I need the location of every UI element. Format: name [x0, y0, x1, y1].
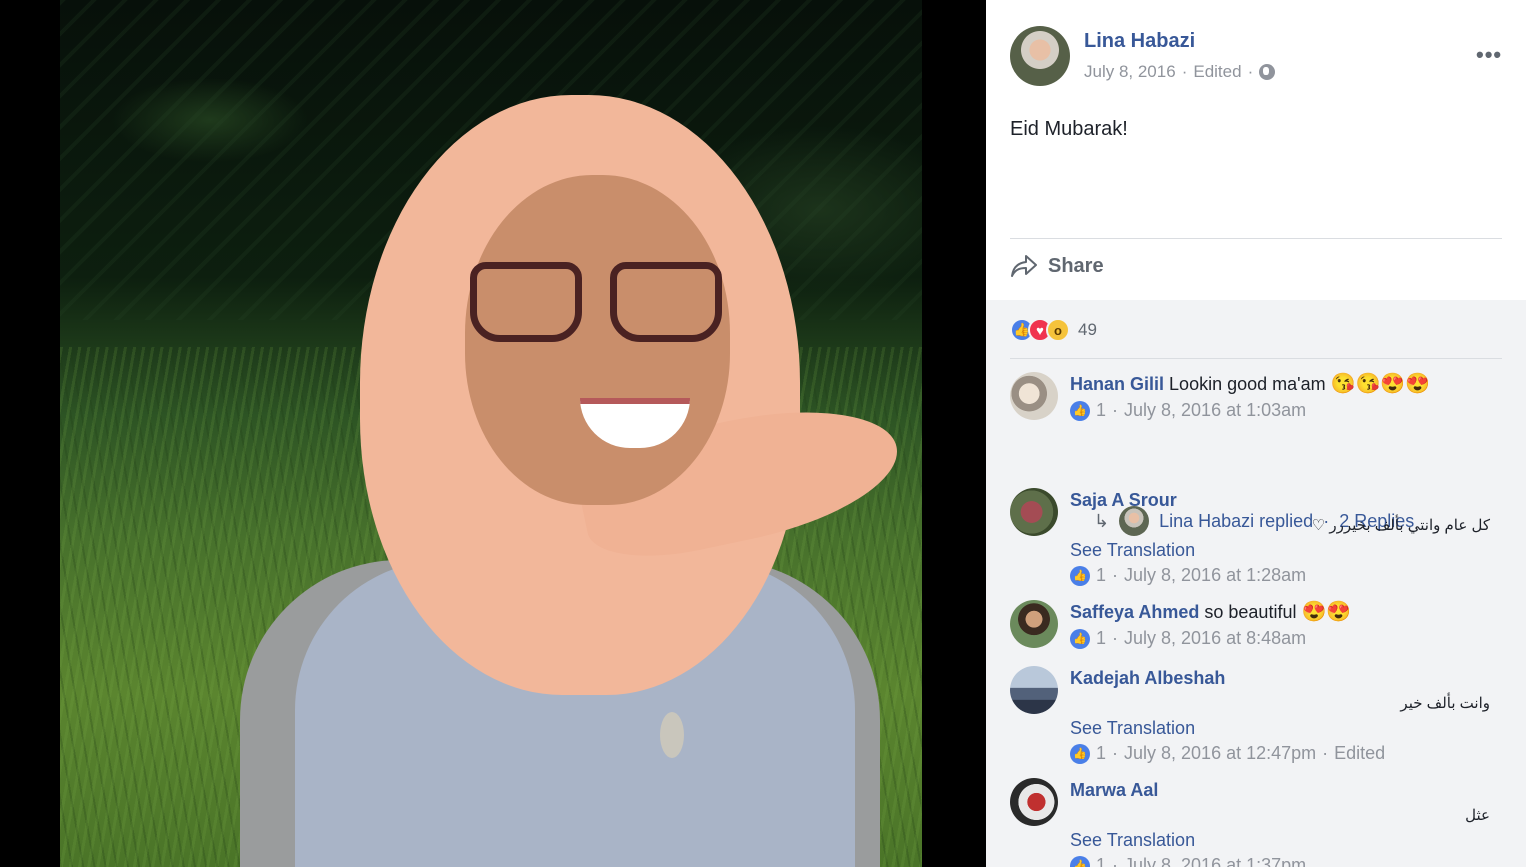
comment-timestamp-link[interactable]: July 8, 2016 at 8:48am [1124, 628, 1306, 649]
comment-like-count[interactable]: 1 [1096, 855, 1106, 867]
author-name-link[interactable]: Lina Habazi [1084, 30, 1195, 53]
commenter-avatar[interactable] [1010, 666, 1058, 714]
like-icon: 👍 [1070, 855, 1090, 867]
post-side-panel: Lina Habazi July 8, 2016 · Edited · ••• … [986, 0, 1526, 867]
divider [1010, 358, 1502, 359]
comment-body: Saja A Srour كل عام وانتي بألف بخيررر ♡ … [1070, 488, 1500, 586]
post-edited-link[interactable]: Edited [1193, 62, 1241, 82]
comment-line: Hanan Gilil Lookin good ma'am 😘😘😍😍 [1070, 372, 1500, 396]
commenter-avatar[interactable] [1010, 600, 1058, 648]
photo-pendant [660, 712, 684, 758]
comment-text: وانت بألف خير [1400, 695, 1490, 712]
commenter-avatar[interactable] [1010, 372, 1058, 420]
comment-like-count[interactable]: 1 [1096, 565, 1106, 586]
like-icon: 👍 [1070, 628, 1090, 649]
comment-timestamp-link[interactable]: July 8, 2016 at 12:47pm [1124, 743, 1316, 764]
commenter-name-link[interactable]: Marwa Aal [1070, 780, 1158, 800]
comment-line: Marwa Aal [1070, 778, 1500, 802]
comment-line: Saffeya Ahmed so beautiful 😍😍 [1070, 600, 1500, 624]
comment-timestamp-link[interactable]: July 8, 2016 at 1:28am [1124, 565, 1306, 586]
post-date-link[interactable]: July 8, 2016 [1084, 62, 1176, 82]
commenter-avatar[interactable] [1010, 488, 1058, 536]
meta-separator: · [1181, 62, 1188, 81]
comment-body: Marwa Aal عثل See Translation 👍 1 · July… [1070, 778, 1500, 867]
comment-like-count[interactable]: 1 [1096, 743, 1106, 764]
like-icon: 👍 [1070, 400, 1090, 421]
comment-meta: 👍 1 · July 8, 2016 at 8:48am [1070, 628, 1500, 649]
comment-timestamp-link[interactable]: July 8, 2016 at 1:03am [1124, 400, 1306, 421]
see-translation-link[interactable]: See Translation [1070, 540, 1500, 561]
photo-viewer [0, 0, 986, 867]
meta-separator: · [1247, 62, 1254, 81]
meta-separator: · [1112, 855, 1119, 867]
commenter-name-link[interactable]: Saja A Srour [1070, 490, 1177, 510]
comment-text: عثل [1465, 807, 1490, 824]
meta-separator: · [1112, 565, 1119, 585]
comment-body: Kadejah Albeshah وانت بألف خير See Trans… [1070, 666, 1500, 764]
like-icon: 👍 [1070, 565, 1090, 586]
author-avatar[interactable] [1010, 26, 1070, 86]
divider [1010, 238, 1502, 239]
comment-like-count[interactable]: 1 [1096, 400, 1106, 421]
comment-body: Hanan Gilil Lookin good ma'am 😘😘😍😍 👍 1 ·… [1070, 372, 1500, 421]
comment-line: Kadejah Albeshah [1070, 666, 1500, 690]
meta-separator: · [1112, 743, 1119, 763]
post-meta: July 8, 2016 · Edited · [1084, 62, 1276, 82]
comment-like-count[interactable]: 1 [1096, 628, 1106, 649]
comment-text: Lookin good ma'am [1169, 374, 1326, 394]
commenter-name-link[interactable]: Kadejah Albeshah [1070, 668, 1225, 688]
comment-text: كل عام وانتي بألف بخيررر ♡ [1311, 517, 1490, 534]
comments-section: 👍 ♥ o 49 Hanan Gilil Lookin good ma'am 😘… [986, 300, 1526, 867]
commenter-name-link[interactable]: Saffeya Ahmed [1070, 602, 1199, 622]
share-label: Share [1048, 254, 1104, 277]
reaction-count: 49 [1078, 320, 1097, 339]
share-icon [1011, 255, 1037, 277]
more-options-icon[interactable]: ••• [1476, 44, 1502, 66]
photo-glasses [470, 262, 725, 352]
like-icon: 👍 [1070, 743, 1090, 764]
comment-meta: 👍 1 · July 8, 2016 at 1:28am [1070, 565, 1500, 586]
commenter-avatar[interactable] [1010, 778, 1058, 826]
share-button[interactable]: Share [1010, 254, 1104, 278]
comment-timestamp-link[interactable]: July 8, 2016 at 1:37pm [1124, 855, 1306, 867]
comment-meta: 👍 1 · July 8, 2016 at 12:47pm · Edited [1070, 743, 1500, 764]
wow-reaction-icon: o [1046, 318, 1070, 342]
post-photo[interactable] [60, 0, 922, 867]
commenter-name-link[interactable]: Hanan Gilil [1070, 374, 1164, 394]
comment-text: so beautiful [1204, 602, 1297, 622]
comment-body: Saffeya Ahmed so beautiful 😍😍 👍 1 · July… [1070, 600, 1500, 649]
meta-separator: · [1322, 743, 1329, 763]
reactions-summary[interactable]: 👍 ♥ o 49 [1010, 318, 1097, 342]
see-translation-link[interactable]: See Translation [1070, 718, 1500, 739]
comment-edited-link[interactable]: Edited [1334, 743, 1385, 764]
see-translation-link[interactable]: See Translation [1070, 830, 1500, 851]
meta-separator: · [1112, 628, 1119, 648]
comment-meta: 👍 1 · July 8, 2016 at 1:03am [1070, 400, 1500, 421]
post-header: Lina Habazi July 8, 2016 · Edited · ••• … [986, 0, 1526, 300]
globe-icon[interactable] [1259, 64, 1276, 80]
comment-meta: 👍 1 · July 8, 2016 at 1:37pm [1070, 855, 1500, 867]
post-text: Eid Mubarak! [1010, 118, 1128, 140]
meta-separator: · [1112, 400, 1119, 420]
comment-emojis: 😍😍 [1301, 601, 1352, 623]
comment-emojis: 😘😘😍😍 [1330, 373, 1431, 395]
comment-line: Saja A Srour [1070, 488, 1500, 512]
